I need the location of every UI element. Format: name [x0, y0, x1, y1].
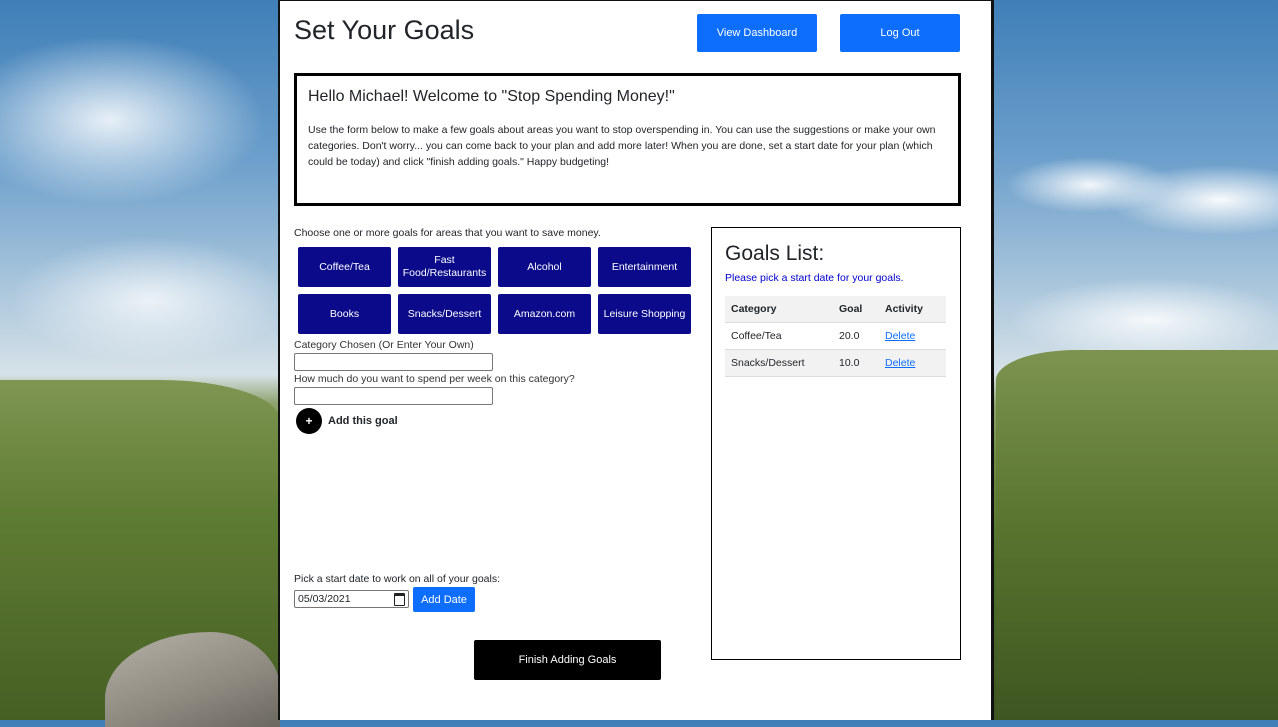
- delete-link[interactable]: Delete: [885, 330, 915, 342]
- goal-amount-cell: 20.0: [833, 322, 879, 350]
- goals-status-message: Please pick a start date for your goals.: [725, 272, 904, 284]
- category-field-label: Category Chosen (Or Enter Your Own): [294, 339, 474, 351]
- add-goal-button[interactable]: + Add this goal: [296, 408, 398, 434]
- table-row: Snacks/Dessert 10.0 Delete: [725, 349, 946, 377]
- page-title: Set Your Goals: [294, 15, 475, 45]
- category-button-snacks-dessert[interactable]: Snacks/Dessert: [398, 294, 491, 334]
- logout-button[interactable]: Log Out: [840, 14, 960, 52]
- start-date-input[interactable]: 05/03/2021: [294, 590, 409, 608]
- start-date-value: 05/03/2021: [298, 593, 351, 605]
- finish-adding-goals-button[interactable]: Finish Adding Goals: [474, 640, 661, 680]
- welcome-box: Hello Michael! Welcome to "Stop Spending…: [294, 73, 961, 206]
- amount-field-label: How much do you want to spend per week o…: [294, 373, 575, 385]
- column-header-goal: Goal: [833, 296, 879, 323]
- delete-link[interactable]: Delete: [885, 357, 915, 369]
- category-button-grid: Coffee/Tea Fast Food/Restaurants Alcohol…: [298, 247, 692, 334]
- category-button-leisure-shopping[interactable]: Leisure Shopping: [598, 294, 691, 334]
- category-button-entertainment[interactable]: Entertainment: [598, 247, 691, 287]
- welcome-text: Use the form below to make a few goals a…: [308, 124, 936, 168]
- category-button-coffee-tea[interactable]: Coffee/Tea: [298, 247, 391, 287]
- background-hill-right: [996, 350, 1278, 720]
- calendar-icon[interactable]: [394, 592, 405, 606]
- view-dashboard-button[interactable]: View Dashboard: [697, 14, 817, 52]
- main-panel: Set Your Goals View Dashboard Log Out He…: [278, 0, 994, 720]
- category-button-books[interactable]: Books: [298, 294, 391, 334]
- goals-table-header: Category Goal Activity: [725, 296, 946, 323]
- choose-goals-label: Choose one or more goals for areas that …: [294, 227, 601, 239]
- category-button-alcohol[interactable]: Alcohol: [498, 247, 591, 287]
- column-header-category: Category: [725, 296, 833, 323]
- welcome-title: Hello Michael! Welcome to "Stop Spending…: [308, 88, 675, 105]
- plus-circle-icon[interactable]: +: [296, 408, 322, 434]
- table-row: Coffee/Tea 20.0 Delete: [725, 322, 946, 350]
- add-date-button[interactable]: Add Date: [413, 587, 475, 612]
- add-goal-label: Add this goal: [328, 415, 398, 427]
- goals-list-title: Goals List:: [725, 242, 825, 265]
- column-header-activity: Activity: [879, 296, 946, 323]
- category-button-amazon[interactable]: Amazon.com: [498, 294, 591, 334]
- goal-category-cell: Coffee/Tea: [725, 322, 833, 350]
- category-button-fast-food[interactable]: Fast Food/Restaurants: [398, 247, 491, 287]
- amount-input[interactable]: [294, 387, 493, 405]
- category-input[interactable]: [294, 353, 493, 371]
- goals-list-box: Goals List: Please pick a start date for…: [711, 227, 961, 660]
- start-date-label: Pick a start date to work on all of your…: [294, 573, 501, 585]
- goals-table: Category Goal Activity Coffee/Tea 20.0 D…: [725, 296, 946, 377]
- goal-category-cell: Snacks/Dessert: [725, 349, 833, 377]
- goal-amount-cell: 10.0: [833, 349, 879, 377]
